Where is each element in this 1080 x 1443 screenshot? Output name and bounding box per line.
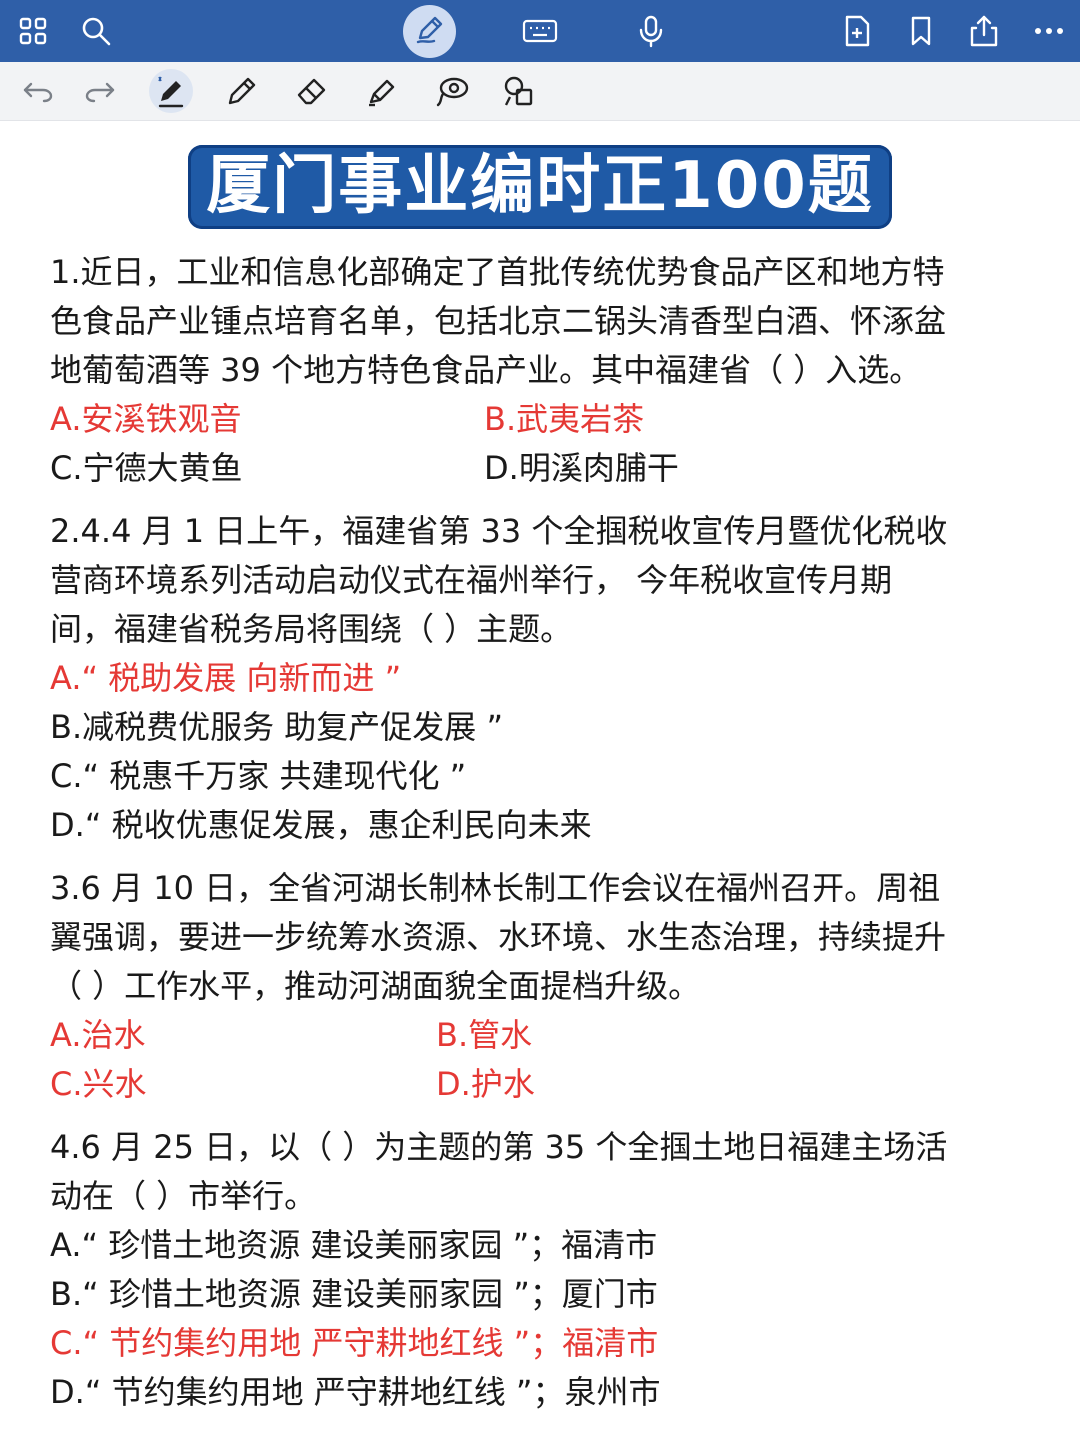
- option-d: D.护水: [436, 1065, 535, 1103]
- question-line: 地葡萄酒等 39 个地方特色食品产业。其中福建省（ ）入选。: [50, 351, 922, 389]
- pen-mode-button[interactable]: [403, 5, 456, 58]
- question-line: （ ）工作水平，推动河湖面貌全面提档升级。: [50, 967, 701, 1005]
- option-a: A.“ 税助发展 向新而进 ”: [50, 659, 402, 697]
- lasso-icon[interactable]: [432, 62, 472, 120]
- option-b: B.管水: [436, 1016, 533, 1054]
- option-c: C.“ 节约集约用地 严守耕地红线 ”；福清市: [50, 1324, 659, 1362]
- question-line: 色食品产业锺点培育名单，包括北京二锅头清香型白酒、怀涿盆: [50, 302, 947, 340]
- shapes-icon[interactable]: [500, 62, 540, 120]
- redo-icon[interactable]: [82, 62, 118, 120]
- microphone-icon[interactable]: [634, 0, 668, 62]
- option-c: C.“ 税惠千万家 共建现代化 ”: [50, 757, 467, 795]
- pencil-icon[interactable]: [222, 62, 262, 120]
- eraser-icon[interactable]: [292, 62, 332, 120]
- question-line: 间，福建省税务局将围绕（ ）主题。: [50, 610, 573, 648]
- option-d: D.“ 税收优惠促发展，惠企利民向未来: [50, 806, 592, 844]
- option-a: A.安溪铁观音: [50, 400, 242, 438]
- option-d: D.“ 节约集约用地 严守耕地红线 ”；泉州市: [50, 1373, 661, 1411]
- question-line: 翼强调，要进一步统筹水资源、水环境、水生态治理，持续提升: [50, 918, 947, 956]
- option-a: A.治水: [50, 1016, 146, 1054]
- page-title: 厦门事业编时正100题: [188, 145, 892, 229]
- option-row: A.安溪铁观音 B.武夷岩茶: [50, 395, 1040, 444]
- option-a: A.“ 珍惜土地资源 建设美丽家园 ”；福清市: [50, 1226, 658, 1264]
- option-b: B.减税费优服务 助复产促发展 ”: [50, 708, 504, 746]
- more-icon[interactable]: [1030, 0, 1068, 62]
- option-row: A.治水 B.管水: [50, 1011, 1040, 1060]
- option-row: C.宁德大黄鱼 D.明溪肉脯干: [50, 444, 1040, 493]
- option-d: D.明溪肉脯干: [484, 449, 679, 487]
- add-page-icon[interactable]: [840, 0, 874, 62]
- question-line: 2.4.4 月 1 日上午，福建省第 33 个全掴税收宣传月暨优化税收: [50, 512, 948, 550]
- highlighter-icon[interactable]: [362, 62, 402, 120]
- undo-icon[interactable]: [20, 62, 56, 120]
- question-2: 2.4.4 月 1 日上午，福建省第 33 个全掴税收宣传月暨优化税收 营商环境…: [50, 507, 1040, 850]
- question-line: 3.6 月 10 日，全省河湖长制林长制工作会议在福州召开。周祖: [50, 869, 941, 907]
- question-line: 4.6 月 25 日，以（ ）为主题的第 35 个全掴土地日福建主场活: [50, 1128, 948, 1166]
- question-line: 动在（ ）市举行。: [50, 1177, 317, 1215]
- search-icon[interactable]: [78, 0, 114, 62]
- question-3: 3.6 月 10 日，全省河湖长制林长制工作会议在福州召开。周祖 翼强调，要进一…: [50, 864, 1040, 1109]
- question-content: 1.近日，工业和信息化部确定了首批传统优势食品产区和地方特 色食品产业锺点培育名…: [50, 248, 1040, 1417]
- pen-mode-icon: [414, 14, 446, 50]
- option-row: C.兴水 D.护水: [50, 1060, 1040, 1109]
- option-c: C.宁德大黄鱼: [50, 449, 243, 487]
- question-1: 1.近日，工业和信息化部确定了首批传统优势食品产区和地方特 色食品产业锺点培育名…: [50, 248, 1040, 493]
- stylus-icon[interactable]: [146, 62, 196, 120]
- option-b: B.武夷岩茶: [484, 400, 645, 438]
- bookmark-icon[interactable]: [905, 0, 937, 62]
- grid-icon[interactable]: [14, 0, 52, 62]
- question-line: 1.近日，工业和信息化部确定了首批传统优势食品产区和地方特: [50, 253, 945, 291]
- question-line: 营商环境系列活动启动仪式在福州举行， 今年税收宣传月期: [50, 561, 893, 599]
- option-b: B.“ 珍惜土地资源 建设美丽家园 ”；厦门市: [50, 1275, 658, 1313]
- share-icon[interactable]: [966, 0, 1002, 62]
- question-4: 4.6 月 25 日，以（ ）为主题的第 35 个全掴土地日福建主场活 动在（ …: [50, 1123, 1040, 1417]
- keyboard-icon[interactable]: [520, 0, 560, 62]
- title-banner-wrap: 厦门事业编时正100题: [0, 145, 1080, 229]
- option-c: C.兴水: [50, 1065, 147, 1103]
